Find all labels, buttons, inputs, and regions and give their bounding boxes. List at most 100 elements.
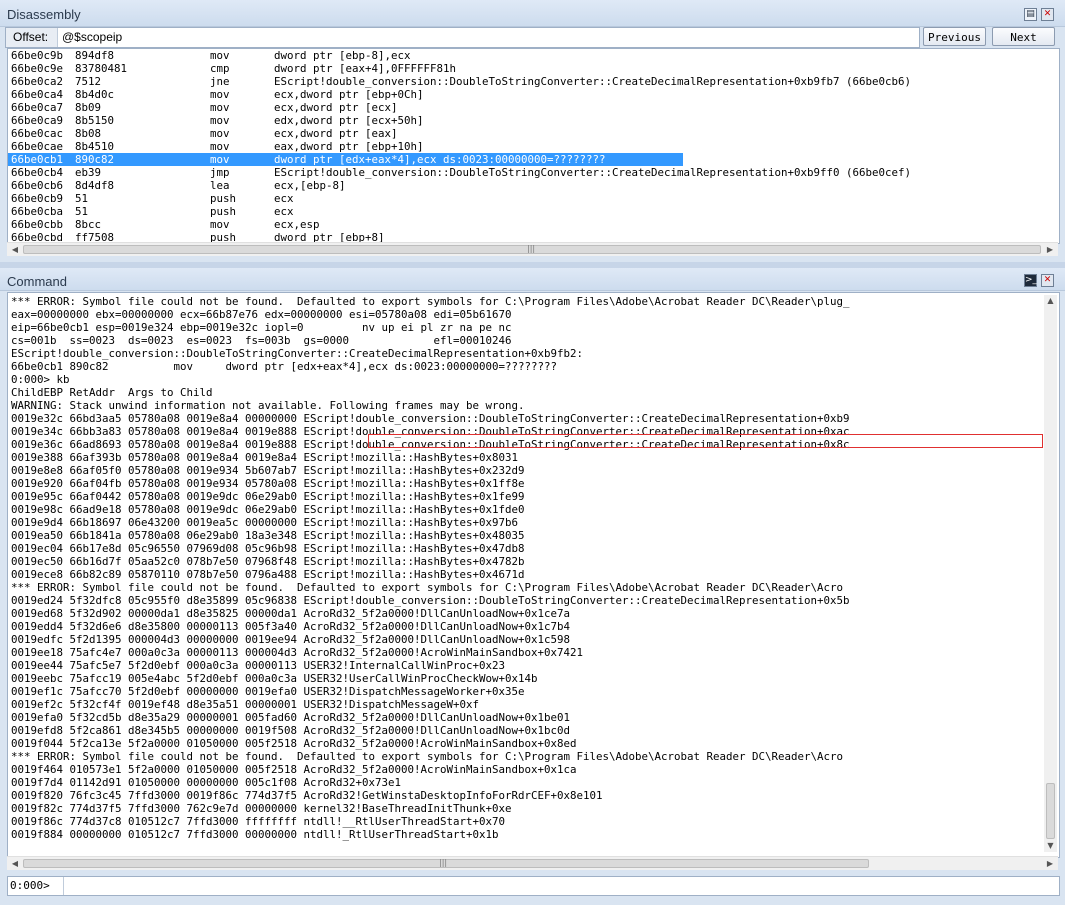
disassembly-line[interactable]: 66be0cb6 8d4df8 lea ecx,[ebp-8] [11, 179, 1059, 192]
disassembly-title: Disassembly [7, 7, 81, 22]
instruction-bytes: 8d4df8 [75, 179, 115, 192]
output-line: 0019e32c 66bd3aa5 05780a08 0019e8a4 0000… [11, 412, 850, 425]
disassembly-line[interactable]: 66be0ca4 8b4d0c mov ecx,dword ptr [ebp+0Ch] [11, 88, 1059, 101]
output-line: eip=66be0cb1 esp=0019e324 ebp=0019e32c i… [11, 321, 512, 334]
output-line: 0019ece8 66b82c89 05870110 078b7e50 0796… [11, 568, 525, 581]
command-vscroll-thumb[interactable] [1046, 783, 1055, 839]
output-line: eax=00000000 ebx=00000000 ecx=66b87e76 e… [11, 308, 512, 321]
instruction-bytes: 8b4d0c [75, 88, 115, 101]
disassembly-window: Disassembly ▤ ✕ Offset: Previous Next 66… [0, 0, 1065, 262]
scroll-grip-icon: ||| [439, 858, 448, 867]
scroll-up-icon[interactable]: ▲ [1044, 295, 1057, 307]
disassembly-line[interactable]: 66be0cb4 eb39 jmp EScript!double_conversion… [11, 166, 1059, 179]
instruction-operands: EScript!double_conversion::DoubleToStrin… [274, 75, 912, 88]
output-line: 0019f820 76fc3c45 7ffd3000 0019f86c 774d… [11, 789, 603, 802]
disassembly-hscrollbar[interactable]: ◀ ||| ▶ [7, 242, 1058, 256]
output-line: 0019e920 66af04fb 05780a08 0019e934 0578… [11, 477, 525, 490]
disassembly-line[interactable]: 66be0c9b 894df8 mov dword ptr [ebp-8],ecx [11, 49, 1059, 62]
command-vscrollbar[interactable]: ▲ ▼ [1044, 295, 1057, 852]
close-icon[interactable]: ✕ [1041, 8, 1054, 21]
instruction-bytes: 8bcc [75, 218, 102, 231]
window-menu-icon[interactable]: ▤ [1024, 8, 1037, 21]
instruction-address: 66be0cae [11, 140, 64, 153]
instruction-bytes: 51 [75, 192, 89, 205]
output-line: 0019e8e8 66af05f0 05780a08 0019e934 5b60… [11, 464, 525, 477]
instruction-operands: dword ptr [edx+eax*4],ecx ds:0023:000000… [274, 153, 606, 166]
instruction-bytes: 8b08 [75, 127, 102, 140]
output-line: 0019ea50 66b1841a 05780a08 06e29ab0 18a3… [11, 529, 525, 542]
output-line: 0019ee18 75afc4e7 000a0c3a 00000113 0000… [11, 646, 584, 659]
disassembly-line[interactable]: 66be0cba 51 push ecx [11, 205, 1059, 218]
instruction-address: 66be0cb6 [11, 179, 64, 192]
output-line: 0019ec50 66b16d7f 05aa52c0 078b7e50 0796… [11, 555, 525, 568]
output-line: 66be0cb1 890c82 mov dword ptr [edx+eax*4… [11, 360, 558, 373]
instruction-bytes: 8b09 [75, 101, 102, 114]
output-line: 0019ed24 5f32dfc8 05c955f0 d8e35899 05c9… [11, 594, 850, 607]
instruction-address: 66be0cac [11, 127, 64, 140]
output-line: 0019e95c 66af0442 05780a08 0019e9dc 06e2… [11, 490, 525, 503]
command-output[interactable]: *** ERROR: Symbol file could not be foun… [7, 292, 1060, 858]
instruction-address: 66be0cbb [11, 218, 64, 231]
disassembly-line[interactable]: 66be0cae 8b4510 mov eax,dword ptr [ebp+10h] [11, 140, 1059, 153]
output-line: EScript!double_conversion::DoubleToStrin… [11, 347, 584, 360]
disassembly-line[interactable]: 66be0c9e 83780481 cmp dword ptr [eax+4],0FF… [11, 62, 1059, 75]
instruction-operands: edx,dword ptr [ecx+50h] [274, 114, 424, 127]
instruction-address: 66be0ca9 [11, 114, 64, 127]
instruction-operands: ecx,dword ptr [eax] [274, 127, 398, 140]
instruction-mnemonic: mov [210, 153, 230, 166]
output-line: 0019f86c 774d37c8 010512c7 7ffd3000 ffff… [11, 815, 506, 828]
command-hscrollbar[interactable]: ◀ ||| ▶ [7, 856, 1058, 870]
output-line: 0019ef1c 75afcc70 5f2d0ebf 00000000 0019… [11, 685, 525, 698]
instruction-operands: ecx [274, 205, 294, 218]
instruction-mnemonic: mov [210, 88, 230, 101]
output-line: 0019f7d4 01142d91 01050000 00000000 005c… [11, 776, 402, 789]
instruction-address: 66be0cb9 [11, 192, 64, 205]
disassembly-line[interactable]: 66be0ca2 7512 jne EScript!double_conversion… [11, 75, 1059, 88]
output-line: *** ERROR: Symbol file could not be foun… [11, 581, 844, 594]
instruction-operands: dword ptr [ebp-8],ecx [274, 49, 411, 62]
output-line: 0:000> kb [11, 373, 70, 386]
command-input[interactable] [68, 878, 1048, 893]
disassembly-line[interactable]: 66be0cac 8b08 mov ecx,dword ptr [eax] [11, 127, 1059, 140]
next-button[interactable]: Next [992, 27, 1055, 46]
instruction-mnemonic: lea [210, 179, 230, 192]
scroll-left-icon[interactable]: ◀ [9, 244, 21, 255]
disassembly-line[interactable]: 66be0cbb 8bcc mov ecx,esp [11, 218, 1059, 231]
disassembly-view[interactable]: 66be0c9b 894df8 mov dword ptr [ebp-8],ecx 66… [7, 48, 1060, 244]
instruction-address: 66be0c9b [11, 49, 64, 62]
disassembly-line[interactable]: 66be0ca7 8b09 mov ecx,dword ptr [ecx] [11, 101, 1059, 114]
close-icon[interactable]: ✕ [1041, 274, 1054, 287]
command-prompt-bar: 0:000> [7, 876, 1060, 896]
disassembly-line[interactable]: 66be0ca9 8b5150 mov edx,dword ptr [ecx+50h] [11, 114, 1059, 127]
previous-button[interactable]: Previous [923, 27, 986, 46]
console-icon[interactable]: >_ [1024, 274, 1037, 287]
instruction-mnemonic: jmp [210, 166, 230, 179]
prompt-label: 0:000> [8, 877, 64, 895]
scroll-left-icon[interactable]: ◀ [9, 858, 21, 869]
output-line: 0019efd8 5f2ca861 d8e345b5 00000000 0019… [11, 724, 571, 737]
instruction-bytes: eb39 [75, 166, 102, 179]
command-window: Command >_ ✕ *** ERROR: Symbol file coul… [0, 268, 1065, 905]
instruction-address: 66be0ca2 [11, 75, 64, 88]
scroll-right-icon[interactable]: ▶ [1044, 244, 1056, 255]
offset-input[interactable] [62, 29, 922, 45]
output-line: 0019eebc 75afcc19 005e4abc 5f2d0ebf 000a… [11, 672, 538, 685]
output-line: 0019f464 010573e1 5f2a0000 01050000 005f… [11, 763, 577, 776]
instruction-bytes: 8b4510 [75, 140, 115, 153]
instruction-bytes: 83780481 [75, 62, 128, 75]
command-titlebar: Command >_ ✕ [0, 268, 1065, 291]
scroll-right-icon[interactable]: ▶ [1044, 858, 1056, 869]
scroll-grip-icon: ||| [527, 244, 536, 253]
command-title: Command [7, 274, 67, 289]
output-line: 0019ef2c 5f32cf4f 0019ef48 d8e35a51 0000… [11, 698, 480, 711]
disassembly-lines: 66be0c9b 894df8 mov dword ptr [ebp-8],ecx 66… [8, 49, 1059, 243]
disassembly-line[interactable]: 66be0cb9 51 push ecx [11, 192, 1059, 205]
disassembly-line-current[interactable]: 66be0cb1 890c82 mov dword ptr [edx+eax*4],e… [8, 153, 1059, 166]
output-line: 0019ee44 75afc5e7 5f2d0ebf 000a0c3a 0000… [11, 659, 506, 672]
output-line: 0019e388 66af393b 05780a08 0019e8a4 0019… [11, 451, 519, 464]
scroll-down-icon[interactable]: ▼ [1044, 840, 1057, 852]
instruction-address: 66be0cb1 [11, 153, 64, 166]
instruction-operands: ecx,dword ptr [ebp+0Ch] [274, 88, 424, 101]
instruction-address: 66be0ca4 [11, 88, 64, 101]
instruction-mnemonic: push [210, 205, 237, 218]
